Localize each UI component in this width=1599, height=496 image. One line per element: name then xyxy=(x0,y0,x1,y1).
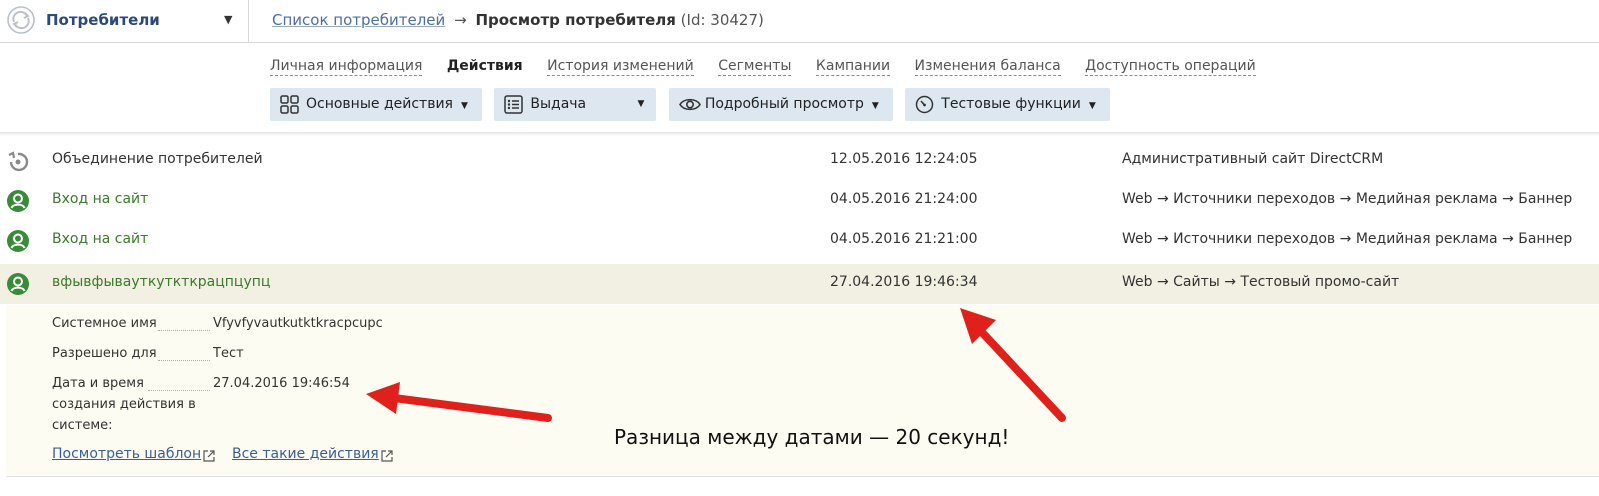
red-arrow-to-date xyxy=(960,308,1066,422)
red-arrow-to-created-date xyxy=(366,382,552,422)
annotation-arrows xyxy=(366,308,1066,422)
